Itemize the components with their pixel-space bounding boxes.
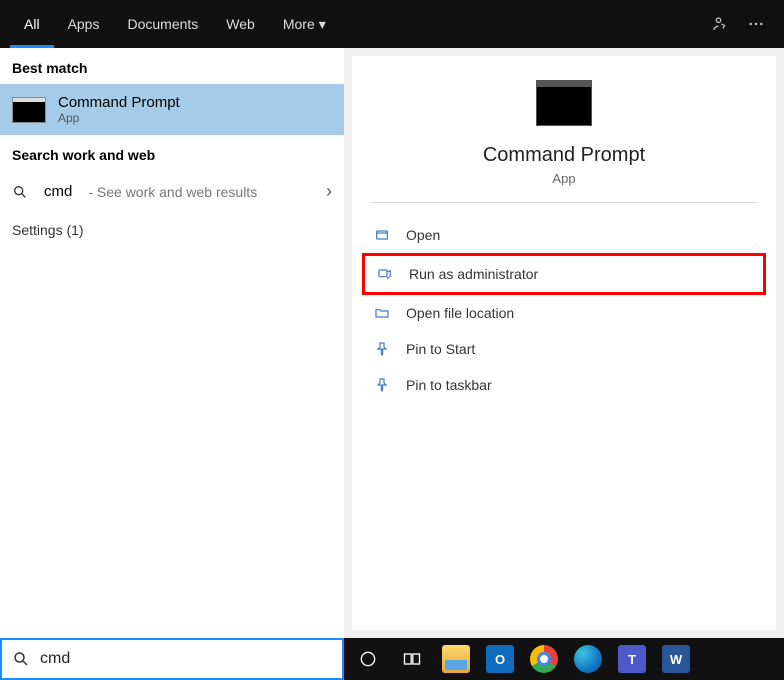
tab-label: All bbox=[24, 16, 40, 32]
pin-start-icon bbox=[372, 339, 392, 359]
search-box[interactable] bbox=[0, 638, 344, 680]
action-label: Run as administrator bbox=[409, 266, 538, 282]
open-icon bbox=[372, 225, 392, 245]
tab-label: Web bbox=[226, 16, 255, 32]
detail-panel: Command Prompt App Open Run as administr… bbox=[352, 56, 776, 630]
command-prompt-icon bbox=[12, 97, 46, 123]
result-title: Command Prompt bbox=[58, 94, 180, 111]
action-list: Open Run as administrator Open file loca… bbox=[352, 203, 776, 417]
web-result-cmd[interactable]: cmd - See work and web results › bbox=[0, 171, 344, 212]
chevron-down-icon: ▾ bbox=[319, 16, 326, 33]
action-run-as-administrator[interactable]: Run as administrator bbox=[362, 253, 766, 295]
cortana-icon[interactable] bbox=[350, 642, 386, 676]
tab-label: Documents bbox=[127, 16, 198, 32]
web-query: cmd bbox=[44, 183, 72, 200]
tab-documents[interactable]: Documents bbox=[113, 0, 212, 48]
tab-all[interactable]: All bbox=[10, 0, 54, 48]
folder-icon bbox=[372, 303, 392, 323]
detail-title: Command Prompt bbox=[483, 144, 645, 167]
pin-taskbar-icon bbox=[372, 375, 392, 395]
action-label: Pin to Start bbox=[406, 341, 475, 357]
search-icon bbox=[12, 184, 32, 200]
settings-label: Settings (1) bbox=[12, 222, 84, 238]
action-open[interactable]: Open bbox=[362, 217, 766, 253]
search-input[interactable] bbox=[40, 650, 332, 668]
taskbar-edge[interactable] bbox=[570, 642, 606, 676]
detail-header: Command Prompt App bbox=[370, 56, 758, 203]
tab-more[interactable]: More▾ bbox=[269, 0, 340, 48]
chevron-right-icon: › bbox=[326, 181, 332, 202]
result-command-prompt[interactable]: Command Prompt App bbox=[0, 84, 344, 135]
taskbar-teams[interactable]: T bbox=[614, 642, 650, 676]
action-label: Open file location bbox=[406, 305, 514, 321]
taskbar-file-explorer[interactable] bbox=[438, 642, 474, 676]
tab-label: More bbox=[283, 16, 315, 32]
section-best-match: Best match bbox=[0, 48, 344, 84]
taskbar: O T W bbox=[344, 638, 784, 680]
action-label: Open bbox=[406, 227, 440, 243]
tab-apps[interactable]: Apps bbox=[54, 0, 114, 48]
taskbar-chrome[interactable] bbox=[526, 642, 562, 676]
web-hint: - See work and web results bbox=[88, 184, 257, 200]
admin-shield-icon bbox=[375, 264, 395, 284]
action-pin-to-taskbar[interactable]: Pin to taskbar bbox=[362, 367, 766, 403]
task-view-icon[interactable] bbox=[394, 642, 430, 676]
tab-label: Apps bbox=[68, 16, 100, 32]
search-icon bbox=[12, 650, 30, 668]
command-prompt-large-icon bbox=[536, 80, 592, 126]
taskbar-outlook[interactable]: O bbox=[482, 642, 518, 676]
section-search-work-web: Search work and web bbox=[0, 135, 344, 171]
action-open-file-location[interactable]: Open file location bbox=[362, 295, 766, 331]
tab-web[interactable]: Web bbox=[212, 0, 269, 48]
results-panel: Best match Command Prompt App Search wor… bbox=[0, 48, 344, 638]
feedback-icon[interactable] bbox=[702, 0, 738, 48]
detail-type: App bbox=[552, 171, 575, 186]
result-type: App bbox=[58, 111, 180, 125]
section-settings[interactable]: Settings (1) bbox=[0, 212, 344, 248]
search-filter-tabs: All Apps Documents Web More▾ bbox=[0, 0, 784, 48]
taskbar-word[interactable]: W bbox=[658, 642, 694, 676]
action-label: Pin to taskbar bbox=[406, 377, 492, 393]
result-text: Command Prompt App bbox=[58, 94, 180, 125]
more-options-icon[interactable] bbox=[738, 0, 774, 48]
action-pin-to-start[interactable]: Pin to Start bbox=[362, 331, 766, 367]
